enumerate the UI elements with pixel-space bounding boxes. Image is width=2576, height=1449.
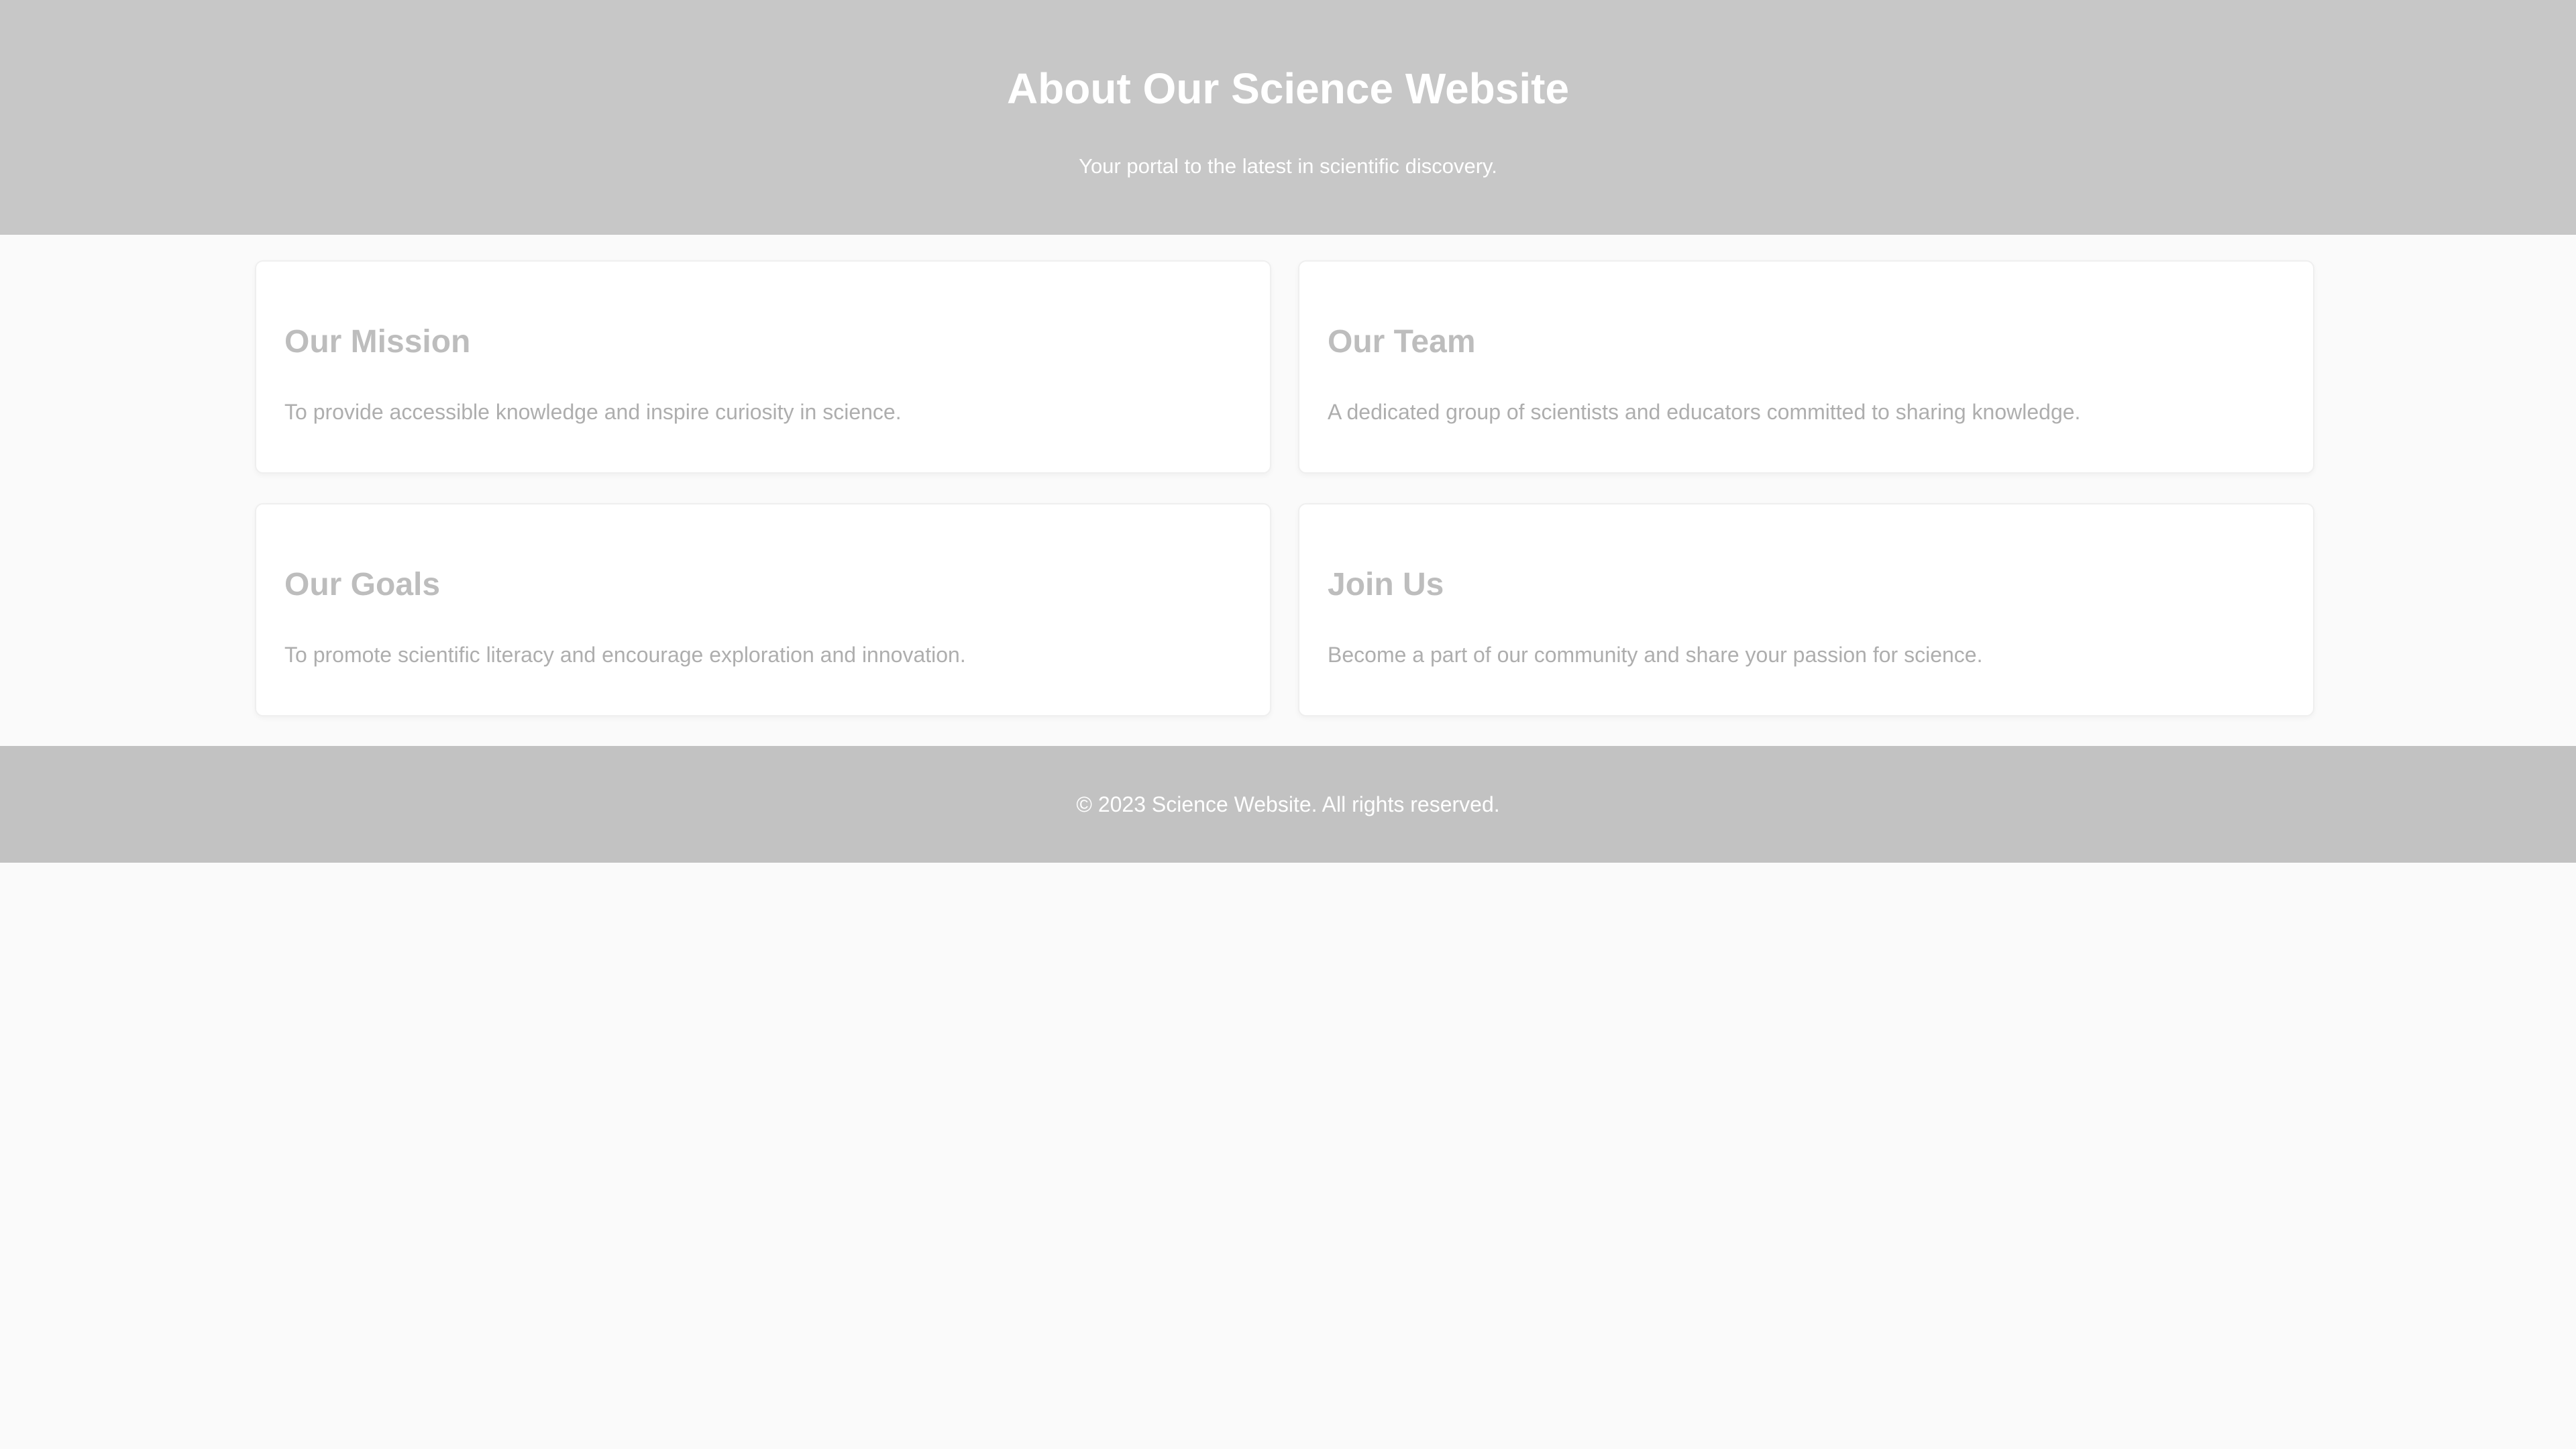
card-title: Our Mission <box>284 324 471 360</box>
card-text: To provide accessible knowledge and insp… <box>284 400 902 424</box>
card-text: A dedicated group of scientists and educ… <box>1328 400 2081 424</box>
card-text: Become a part of our community and share… <box>1328 643 1983 667</box>
card-our-mission: Our Mission To provide accessible knowle… <box>255 260 1271 474</box>
card-title: Join Us <box>1328 567 1444 602</box>
page-footer: © 2023 Science Website. All rights reser… <box>0 746 2576 863</box>
card-join-us: Join Us Become a part of our community a… <box>1298 503 2314 716</box>
page-header: About Our Science Website Your portal to… <box>0 0 2576 235</box>
page-title: About Our Science Website <box>1006 64 1570 113</box>
card-text: To promote scientific literacy and encou… <box>284 643 966 667</box>
card-our-team: Our Team A dedicated group of scientists… <box>1298 260 2314 474</box>
card-title: Our Goals <box>284 567 441 602</box>
card-our-goals: Our Goals To promote scientific literacy… <box>255 503 1271 716</box>
copyright-text: © 2023 Science Website. All rights reser… <box>1076 792 1500 816</box>
info-card-grid: Our Mission To provide accessible knowle… <box>255 260 2314 716</box>
page-subtitle: Your portal to the latest in scientific … <box>1079 154 1497 178</box>
card-title: Our Team <box>1328 324 1476 360</box>
